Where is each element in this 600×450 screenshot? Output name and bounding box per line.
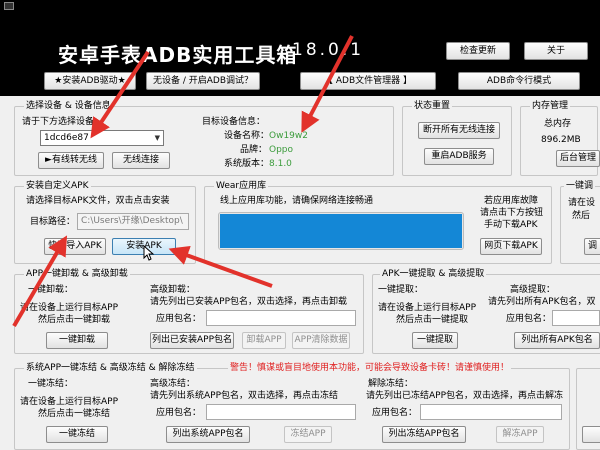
adb-toolbox-window: 安卓手表ADB实用工具箱 18.0.1 检查更新 关于 ★安装ADB驱动★ 无设… xyxy=(0,0,600,450)
red-arrow-to-device-name xyxy=(301,35,354,133)
annotation-arrows xyxy=(12,35,354,328)
red-arrow-to-quick-import xyxy=(12,235,68,328)
mouse-pointer-icon xyxy=(143,245,155,261)
red-arrow-to-device-select xyxy=(90,50,150,139)
red-arrow-to-install-apk xyxy=(168,245,273,288)
